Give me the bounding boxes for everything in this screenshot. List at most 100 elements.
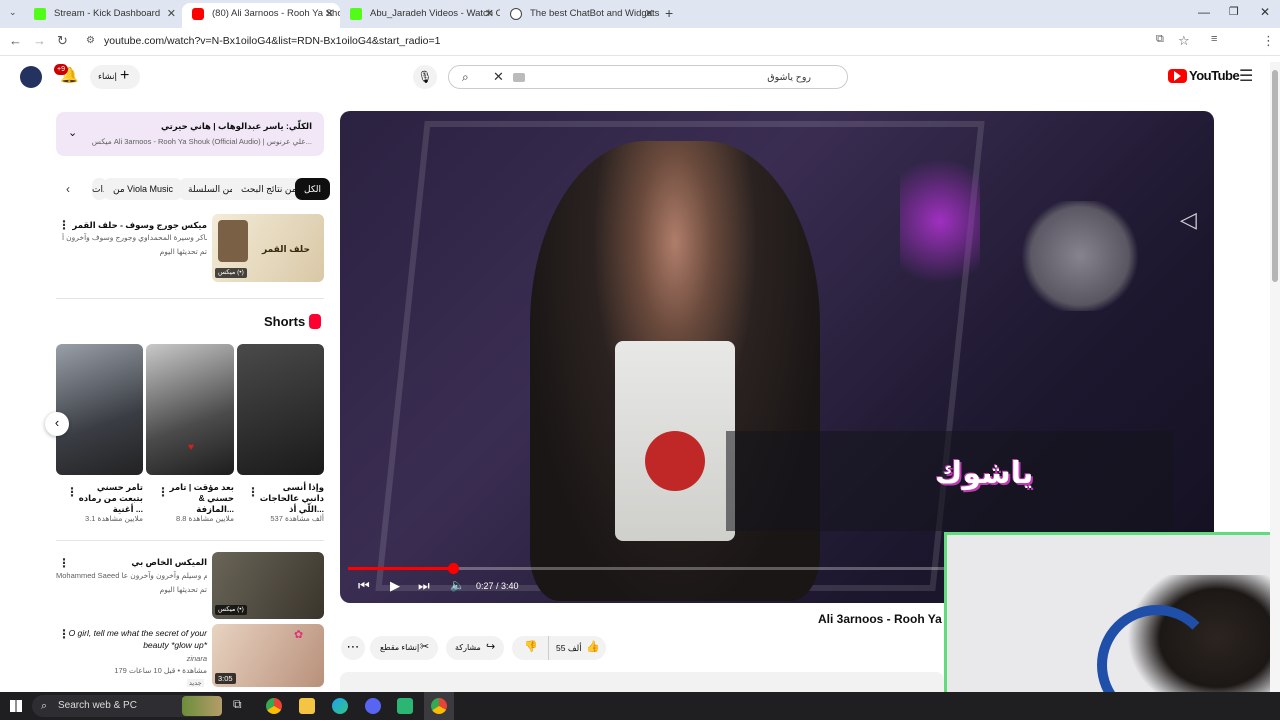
rec-meta: تم تحديثها اليوم — [159, 247, 207, 256]
tab-youtube-video[interactable]: (80) Ali 3arnoos - Rooh Ya Shou ✕ — [182, 3, 340, 28]
bookmark-star-icon[interactable]: ☆ — [1178, 33, 1190, 49]
microphone-icon[interactable]: 🎙 — [413, 65, 437, 89]
play-icon[interactable]: ▶ — [390, 578, 400, 594]
reading-list-icon[interactable]: ≡ — [1211, 33, 1217, 45]
heart-icon: ♥ — [188, 442, 194, 453]
close-icon[interactable]: ✕ — [485, 3, 494, 25]
tab-kick-videos[interactable]: Abu_Jaradeh Videos - Watch On ✕ — [340, 3, 500, 25]
kick-icon — [350, 8, 362, 20]
shorts-scroll-left-button[interactable]: ‹ — [45, 412, 69, 436]
shorts-icon — [309, 314, 321, 329]
previous-icon[interactable]: ⏮ — [358, 578, 370, 594]
scissors-icon: ✂ — [420, 641, 430, 653]
window-close-icon[interactable]: ✕ — [1260, 5, 1270, 19]
share-button[interactable]: مشاركة ↪ — [446, 636, 504, 660]
search-icon: ⌕ — [41, 700, 48, 712]
site-info-icon[interactable]: ⚙ — [86, 35, 95, 46]
file-explorer-icon[interactable] — [299, 698, 315, 714]
short-title[interactable]: تامر حسني بتبعت من رماده أغنية ... — [77, 482, 143, 515]
close-icon[interactable]: ✕ — [325, 3, 334, 25]
chrome-icon[interactable] — [431, 698, 447, 714]
search-icon[interactable]: ⌕ — [462, 70, 469, 85]
video-player[interactable]: ياشوك ◁ ⏮ ▶ ⏭ 🔈 0:27 / 3:40 — [340, 111, 1214, 603]
close-icon[interactable]: ✕ — [167, 3, 176, 25]
rec-thumbnail[interactable]: ميكس (•) — [212, 552, 324, 619]
clip-button[interactable]: إنشاء مقطع ✂ — [370, 636, 438, 660]
more-actions-button[interactable]: ⋯ — [341, 636, 365, 660]
keyboard-icon[interactable] — [513, 73, 525, 82]
share-label: مشاركة — [455, 643, 481, 652]
playlist-title: الكلّي: ياسر عبدالوهاب | هاني حيرتي — [161, 121, 312, 131]
short-title[interactable]: بعد مؤقت | تامر حسني & المازفة... — [168, 482, 234, 515]
tab-title: The best ChatBot and Widgets f — [530, 8, 660, 19]
thumb-title: حلف القمر — [262, 244, 310, 254]
edge-icon[interactable] — [332, 698, 348, 714]
reload-icon[interactable]: ↻ — [57, 33, 68, 49]
discord-icon[interactable] — [365, 698, 381, 714]
scrollbar-thumb[interactable] — [1272, 70, 1278, 282]
install-app-icon[interactable]: ⧉ — [1156, 33, 1164, 46]
description-box[interactable] — [340, 672, 944, 692]
close-icon[interactable]: ✕ — [645, 3, 654, 25]
next-icon[interactable]: ⏭ — [418, 578, 430, 594]
task-view-icon[interactable]: ⧉ — [233, 697, 242, 712]
rec-title[interactable]: O girl, tell me what the secret of your … — [66, 627, 207, 651]
minimize-icon[interactable]: — — [1198, 5, 1210, 19]
tab-chatbot-widgets[interactable]: The best ChatBot and Widgets f ✕ — [500, 3, 660, 25]
url-field[interactable]: youtube.com/watch?v=N-Bx1oiloG4&list=RDN… — [104, 35, 440, 47]
rec-meta: تم تحديثها اليوم — [159, 585, 207, 594]
rec-thumbnail[interactable]: حلف القمر ميكس (•) — [212, 214, 324, 282]
page-scrollbar[interactable] — [1270, 62, 1280, 692]
taskbar-search-label: Search web & PC — [58, 700, 137, 711]
playlist-panel[interactable]: ⌄ الكلّي: ياسر عبدالوهاب | هاني حيرتي مي… — [56, 112, 324, 156]
windows-start-icon[interactable] — [10, 700, 22, 712]
search-highlight-image — [182, 696, 222, 716]
short-title[interactable]: وإذا أنسى دانبي عالحاجات اللّي أذ... — [258, 482, 324, 515]
youtube-icon — [192, 8, 204, 20]
volume-icon[interactable]: 🔈 — [450, 578, 465, 592]
short-thumbnail[interactable]: ♥ — [146, 344, 234, 475]
divider — [56, 298, 324, 299]
tab-title: (80) Ali 3arnoos - Rooh Ya Shou — [212, 8, 340, 19]
plus-icon: + — [120, 67, 130, 84]
search-query: روح ياشوق — [767, 72, 811, 83]
hamburger-menu-icon[interactable]: ☰ — [1239, 66, 1253, 86]
tab-list-chevron-icon[interactable]: ⌄ — [9, 7, 17, 18]
back-arrow-icon[interactable]: ← — [9, 33, 22, 48]
time-display: 0:27 / 3:40 — [476, 581, 519, 591]
chevron-left-icon[interactable]: ‹ — [66, 182, 70, 196]
like-icon[interactable]: 👍 — [586, 640, 600, 653]
clear-search-icon[interactable]: ✕ — [493, 69, 504, 85]
chrome-icon[interactable] — [266, 698, 282, 714]
share-arrow-icon: ↪ — [486, 641, 496, 653]
rec-thumbnail[interactable]: ✿ 3:05 — [212, 624, 324, 687]
forward-arrow-icon[interactable]: → — [33, 33, 46, 48]
play-triangle-icon — [1174, 71, 1181, 81]
browser-tab-bar: ⌄ Stream - Kick Dashboard ✕ (80) Ali 3ar… — [0, 0, 1280, 28]
new-tab-plus-icon[interactable]: + — [665, 5, 673, 21]
restore-icon[interactable]: ❐ — [1229, 5, 1239, 18]
tab-kick-dashboard[interactable]: Stream - Kick Dashboard ✕ — [24, 3, 182, 25]
search-input[interactable]: ⌕ ✕ روح ياشوق — [448, 65, 848, 89]
short-thumbnail[interactable] — [56, 344, 143, 475]
video-heart-graphic — [645, 431, 705, 491]
video-title: Ali 3arnoos - Rooh Ya — [818, 612, 942, 626]
short-thumbnail[interactable] — [237, 344, 324, 475]
tab-title: Stream - Kick Dashboard — [54, 8, 161, 19]
rec-title[interactable]: ميكس جورج وسوف - حلف القمر — [66, 220, 207, 231]
create-button[interactable]: إنشاء + — [90, 65, 140, 89]
rec-title[interactable]: الميكس الخاص بي — [66, 557, 207, 568]
video-hexagon-graphic — [1020, 201, 1140, 311]
duration-badge: 3:05 — [215, 673, 236, 684]
rec-channel: Mohammed Saeed وكاظم وسيلم وآخرون وآخرون… — [56, 571, 207, 580]
notification-badge: +9 — [54, 64, 68, 75]
short-views: 3.1 ملايين مشاهدة — [85, 514, 143, 523]
chip-viola-music[interactable]: من Viola Music — [104, 178, 183, 200]
like-count[interactable]: 55 ألف — [556, 643, 582, 654]
chip-all[interactable]: الكل — [295, 178, 331, 200]
browser-menu-icon[interactable]: ⋮ — [1262, 33, 1275, 49]
app-icon[interactable] — [397, 698, 413, 714]
globe-icon — [510, 8, 522, 20]
avatar[interactable] — [20, 66, 42, 88]
dislike-icon[interactable]: 👎 — [524, 640, 538, 653]
